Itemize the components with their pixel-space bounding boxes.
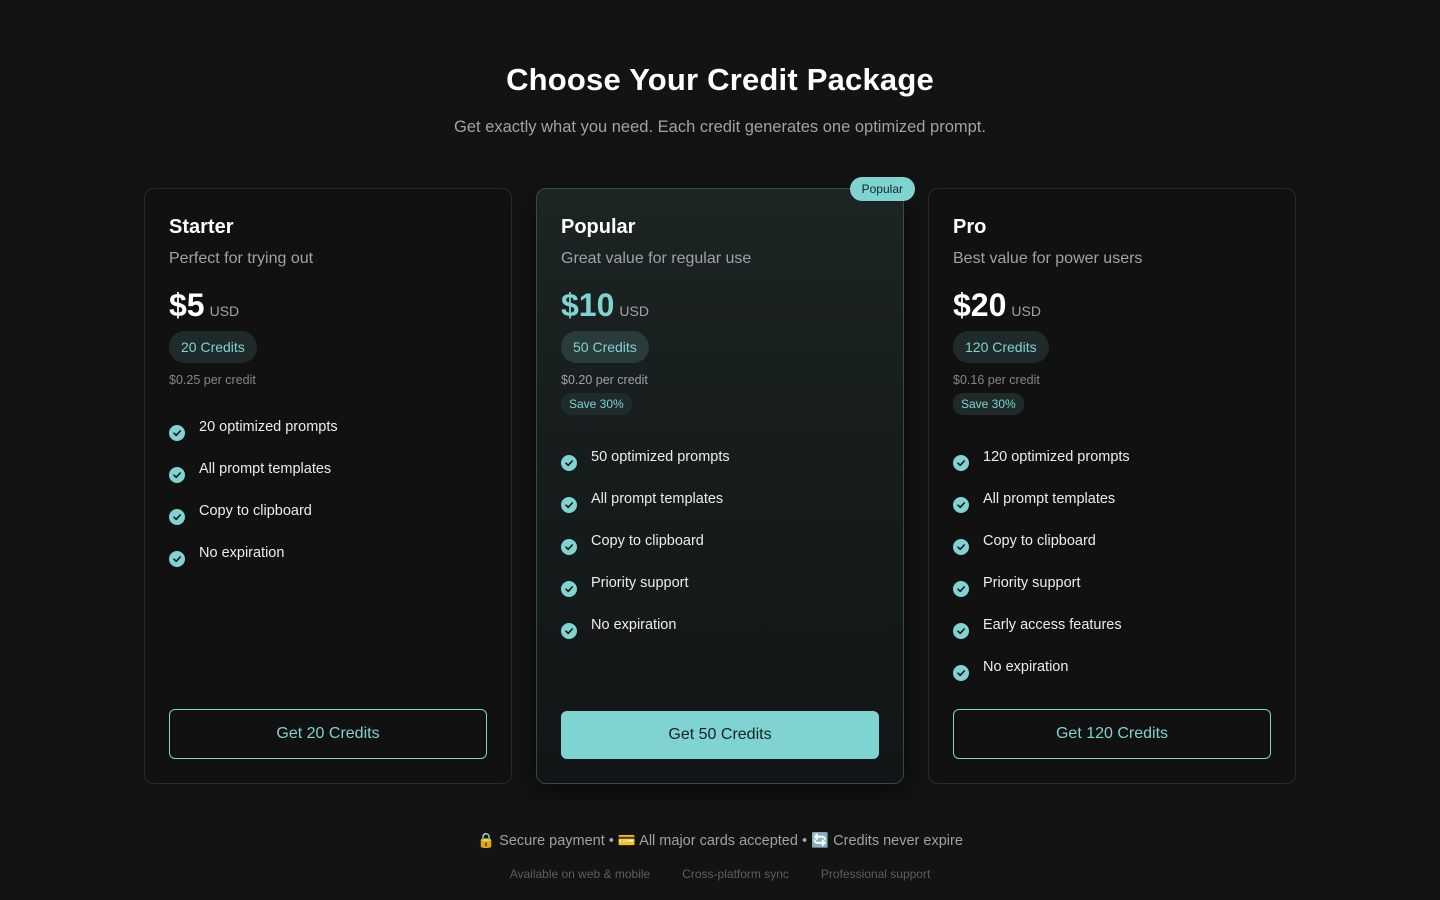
feature-text: No expiration [199,545,285,561]
feature-text: 20 optimized prompts [199,419,338,435]
feature-text: Copy to clipboard [983,533,1096,549]
feature-list: 20 optimized prompts All prompt template… [169,409,487,577]
popular-badge: Popular [849,177,915,201]
feature-text: Early access features [983,617,1122,633]
per-credit-price: $0.16 per credit [953,373,1040,387]
page-footer: 🔒 Secure payment • 💳 All major cards acc… [0,832,1440,881]
feature-text: 120 optimized prompts [983,449,1130,465]
feature-item: All prompt templates [169,451,487,493]
check-icon [561,455,577,471]
feature-list: 120 optimized prompts All prompt templat… [953,439,1271,691]
plan-card-pro: Pro Best value for power users $20 USD 1… [928,188,1296,784]
plan-price: $10 [561,287,615,323]
check-icon [953,581,969,597]
check-icon [169,467,185,483]
check-icon [169,425,185,441]
footer-trust-line: 🔒 Secure payment • 💳 All major cards acc… [477,833,963,849]
feature-item: All prompt templates [561,481,879,523]
credits-badge: 120 Credits [953,331,1049,363]
feature-item: Copy to clipboard [169,493,487,535]
page-header: Choose Your Credit Package Get exactly w… [0,62,1440,137]
per-credit-price: $0.25 per credit [169,373,256,387]
footer-features: Available on web & mobile Cross-platform… [0,867,1440,881]
plan-description: Perfect for trying out [169,250,314,267]
check-icon [169,509,185,525]
feature-item: Early access features [953,607,1271,649]
footer-item: Professional support [820,867,931,881]
check-icon [953,455,969,471]
feature-text: No expiration [983,659,1069,675]
check-icon [169,551,185,567]
feature-text: All prompt templates [983,491,1116,507]
feature-item: 50 optimized prompts [561,439,879,481]
feature-item: 120 optimized prompts [953,439,1271,481]
feature-list: 50 optimized prompts All prompt template… [561,439,879,649]
feature-item: Copy to clipboard [561,523,879,565]
plan-description: Great value for regular use [561,250,752,267]
feature-text: All prompt templates [199,461,332,477]
get-120-credits-button[interactable]: Get 120 Credits [953,709,1271,759]
check-icon [561,581,577,597]
credits-badge: 20 Credits [169,331,257,363]
plan-currency: USD [209,303,240,319]
check-icon [953,623,969,639]
feature-item: 20 optimized prompts [169,409,487,451]
credits-badge: 50 Credits [561,331,649,363]
get-20-credits-button[interactable]: Get 20 Credits [169,709,487,759]
check-icon [953,665,969,681]
feature-text: 50 optimized prompts [591,449,730,465]
plan-name: Popular [561,216,636,238]
save-badge: Save 30% [561,393,632,415]
feature-text: Copy to clipboard [199,503,312,519]
feature-text: Priority support [591,575,689,591]
check-icon [561,539,577,555]
plan-price: $5 [169,287,205,323]
plan-currency: USD [619,303,649,319]
plan-currency: USD [1011,303,1041,319]
check-icon [561,623,577,639]
check-icon [561,497,577,513]
plan-card-popular: Popular Popular Great value for regular … [536,177,915,784]
feature-text: Priority support [983,575,1081,591]
per-credit-price: $0.20 per credit [561,373,648,387]
feature-text: All prompt templates [591,491,724,507]
plan-name: Starter [169,216,234,238]
feature-item: Copy to clipboard [953,523,1271,565]
feature-item: No expiration [561,607,879,649]
price-row: $10 USD [561,287,879,323]
feature-text: Copy to clipboard [591,533,704,549]
get-50-credits-button[interactable]: Get 50 Credits [561,711,879,759]
footer-item: Cross-platform sync [682,867,789,881]
feature-item: No expiration [953,649,1271,691]
plan-name: Pro [953,216,987,238]
price-row: $20 USD [953,287,1271,323]
plan-price: $20 [953,287,1007,323]
feature-text: No expiration [591,617,677,633]
feature-item: Priority support [561,565,879,607]
page-title: Choose Your Credit Package [506,62,934,97]
feature-item: Priority support [953,565,1271,607]
feature-item: No expiration [169,535,487,577]
plan-card-starter: Starter Perfect for trying out $5 USD 20… [144,188,512,784]
check-icon [953,497,969,513]
price-row: $5 USD [169,287,487,323]
plan-description: Best value for power users [953,250,1143,267]
footer-item: Available on web & mobile [509,867,651,881]
feature-item: All prompt templates [953,481,1271,523]
check-icon [953,539,969,555]
page-subtitle: Get exactly what you need. Each credit g… [454,118,986,136]
save-badge: Save 30% [953,393,1024,415]
